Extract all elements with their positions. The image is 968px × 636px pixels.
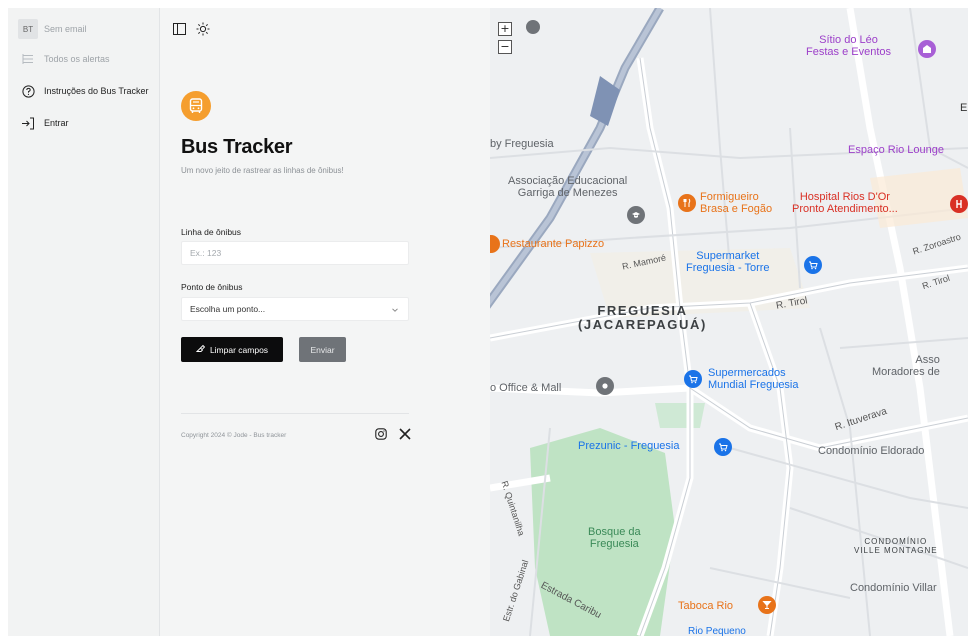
- restaurant-poi-icon[interactable]: [678, 194, 696, 212]
- map-label-office[interactable]: o Office & Mall: [490, 382, 561, 394]
- map-label-freguesia-left[interactable]: by Freguesia: [490, 138, 554, 150]
- instagram-icon[interactable]: [374, 427, 388, 441]
- bar-poi-icon[interactable]: [758, 596, 776, 614]
- copyright-text: Copyright 2024 © Jode - Bus tracker: [181, 432, 287, 439]
- hospital-poi-icon[interactable]: [950, 195, 968, 213]
- sidebar-item-instructions[interactable]: Instruções do Bus Tracker: [8, 80, 159, 102]
- map-label-associacao-moradores[interactable]: Asso Moradores de: [872, 354, 940, 378]
- sidebar-item-label: Instruções do Bus Tracker: [44, 86, 149, 96]
- shopping-cart-icon[interactable]: [714, 438, 732, 456]
- map-label-sitio[interactable]: Sítio do Léo Festas e Eventos: [806, 34, 891, 58]
- map-label-edge: E: [960, 102, 968, 114]
- shopping-cart-icon[interactable]: [804, 256, 822, 274]
- x-icon[interactable]: [398, 427, 412, 441]
- footer-divider: [181, 413, 409, 414]
- social-links: [374, 427, 412, 441]
- clear-fields-label: Limpar campos: [209, 344, 269, 355]
- shopping-cart-icon[interactable]: [684, 370, 702, 388]
- map-label-eldorado[interactable]: Condomínio Eldorado: [818, 445, 924, 457]
- map-poi-marker[interactable]: [526, 20, 540, 34]
- zoom-in-button[interactable]: +: [498, 22, 512, 36]
- bus-stop-label: Ponto de ônibus: [181, 282, 243, 292]
- sun-icon[interactable]: [196, 22, 210, 36]
- map-label-bairro[interactable]: FREGUESIA (JACAREPAGUÁ): [578, 303, 707, 333]
- map-label-formigueiro[interactable]: Formigueiro Brasa e Fogão: [700, 191, 772, 215]
- zoom-out-button[interactable]: −: [498, 40, 512, 54]
- sidebar-toggle-icon[interactable]: [172, 22, 186, 36]
- sidebar-item-label: Sem email: [44, 24, 87, 34]
- toolbar: [172, 22, 210, 36]
- bus-stop-selected-value: Escolha um ponto...: [190, 304, 266, 314]
- page-subtitle: Um novo jeito de rastrear as linhas de ô…: [181, 166, 344, 175]
- page-title: Bus Tracker: [181, 136, 293, 158]
- sidebar-item-account[interactable]: BT Sem email: [8, 18, 159, 40]
- main-panel: Bus Tracker Um novo jeito de rastrear as…: [160, 8, 490, 636]
- login-icon: [18, 113, 38, 133]
- sidebar-item-login[interactable]: Entrar: [8, 112, 159, 134]
- map-label-bosque[interactable]: Bosque da Freguesia: [588, 526, 641, 550]
- user-initials-avatar: BT: [18, 19, 38, 39]
- question-circle-icon: [18, 81, 38, 101]
- building-poi-icon[interactable]: [596, 377, 614, 395]
- map-label-supermarket[interactable]: Supermarket Freguesia - Torre: [686, 250, 770, 274]
- school-poi-icon[interactable]: [627, 206, 645, 224]
- send-button[interactable]: Enviar: [299, 337, 346, 362]
- sidebar-item-alerts[interactable]: Todos os alertas: [8, 48, 159, 70]
- map-label-rio-pequeno[interactable]: Rio Pequeno: [688, 626, 746, 636]
- map-label-espaco[interactable]: Espaço Rio Lounge: [848, 144, 944, 156]
- map-label-hospital[interactable]: Hospital Rios D'Or Pronto Atendimento...: [792, 191, 898, 215]
- sidebar: BT Sem email Todos os alertas Instruções…: [8, 8, 160, 636]
- party-poi-icon[interactable]: [918, 40, 936, 58]
- map-label-taboca[interactable]: Taboca Rio: [678, 600, 733, 612]
- bus-icon: [181, 91, 211, 121]
- bus-line-label: Linha de ônibus: [181, 227, 242, 237]
- sidebar-item-label: Entrar: [44, 118, 69, 128]
- map-label-prezunic[interactable]: Prezunic - Freguesia: [578, 440, 680, 452]
- bus-line-input[interactable]: [181, 241, 409, 265]
- map-label-villar[interactable]: Condomínio Villar: [850, 582, 937, 594]
- list-icon: [18, 49, 38, 69]
- sidebar-item-label: Todos os alertas: [44, 54, 110, 64]
- clear-fields-button[interactable]: Limpar campos: [181, 337, 283, 362]
- map-view[interactable]: + − Sítio do Léo Festas e Eventos E by F…: [490, 8, 968, 636]
- map-label-mundial[interactable]: Supermercados Mundial Freguesia: [708, 367, 799, 391]
- map-label-associacao[interactable]: Associação Educacional Garriga de Meneze…: [508, 175, 627, 199]
- bus-stop-select[interactable]: Escolha um ponto...: [181, 297, 409, 321]
- map-label-restaurante[interactable]: Restaurante Papizzo: [502, 238, 604, 250]
- eraser-icon: [195, 344, 206, 355]
- chevron-down-icon: [390, 305, 400, 315]
- map-label-ville[interactable]: CONDOMÍNIO VILLE MONTAGNE: [854, 537, 938, 556]
